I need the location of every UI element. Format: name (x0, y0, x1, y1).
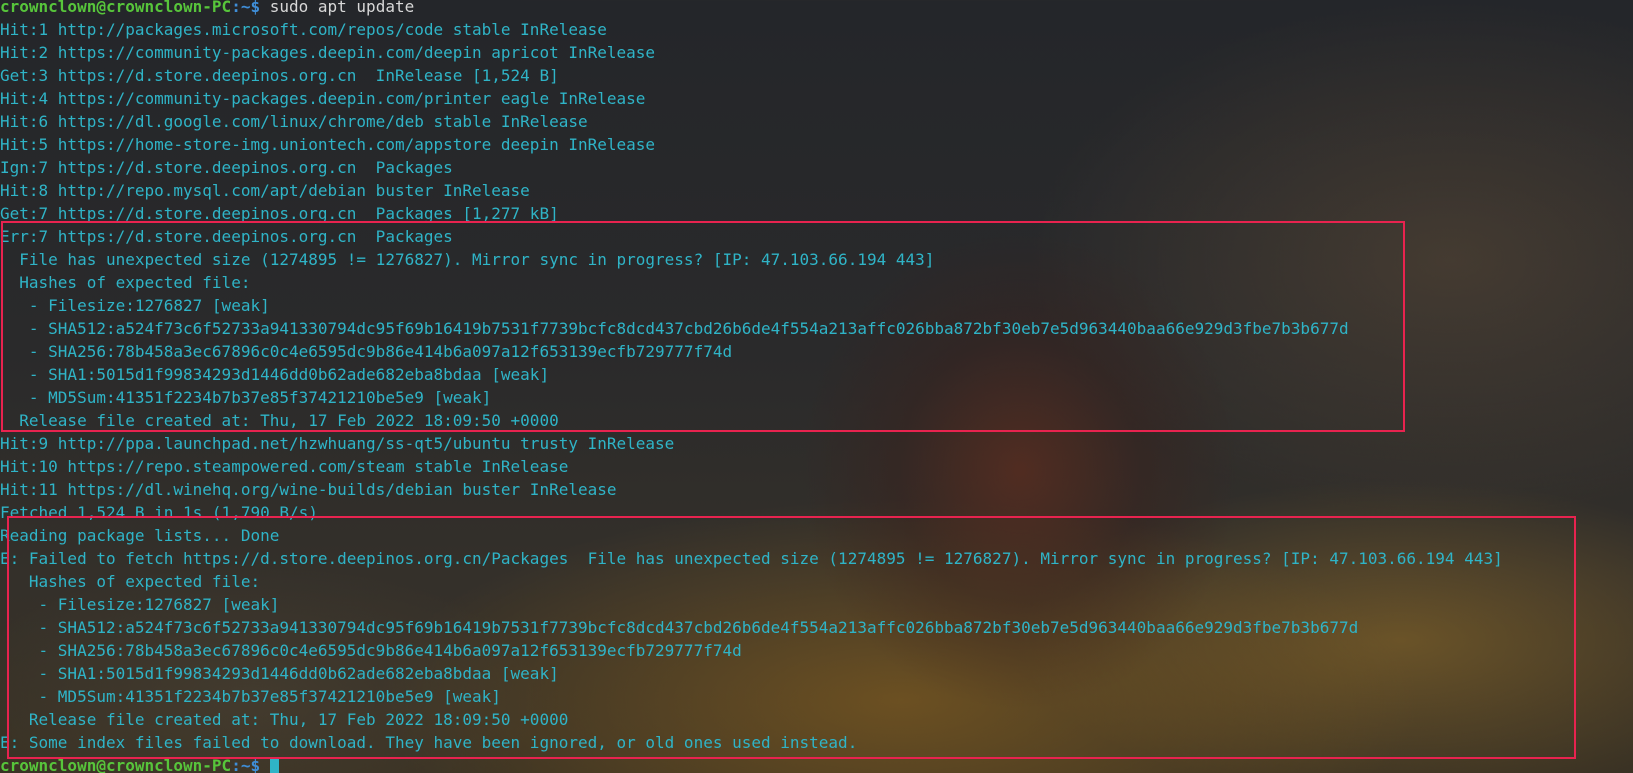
prompt-user-host: crownclown@crownclown-PC (0, 756, 232, 773)
error-line: E: Some index files failed to download. … (0, 733, 858, 752)
error-line: File has unexpected size (1274895 != 127… (0, 250, 935, 269)
error-line: - Filesize:1276827 [weak] (0, 595, 280, 614)
output-line: Hit:1 http://packages.microsoft.com/repo… (0, 20, 607, 39)
final-prompt-line[interactable]: crownclown@crownclown-PC:~$ (0, 754, 1633, 773)
error-line: - SHA512:a524f73c6f52733a941330794dc95f6… (0, 618, 1359, 637)
output-line: Get:7 https://d.store.deepinos.org.cn Pa… (0, 204, 559, 223)
prompt-command (260, 756, 270, 773)
error-line: - SHA256:78b458a3ec67896c0c4e6595dc9b86e… (0, 641, 742, 660)
output-line: Hit:9 http://ppa.launchpad.net/hzwhuang/… (0, 434, 675, 453)
error-line: - Filesize:1276827 [weak] (0, 296, 270, 315)
error-line: Hashes of expected file: (0, 572, 261, 591)
output-line: Get:3 https://d.store.deepinos.org.cn In… (0, 66, 559, 85)
output-line: Hit:6 https://dl.google.com/linux/chrome… (0, 112, 588, 131)
output-line: Hit:10 https://repo.steampowered.com/ste… (0, 457, 569, 476)
cursor-block (269, 757, 279, 773)
prompt-path: :~$ (231, 0, 261, 16)
error-line: - SHA1:5015d1f99834293d1446dd0b62ade682e… (0, 365, 550, 384)
error-line: - SHA1:5015d1f99834293d1446dd0b62ade682e… (0, 664, 559, 683)
error-line: E: Failed to fetch https://d.store.deepi… (0, 549, 1503, 568)
prompt-command: sudo apt update (260, 0, 415, 16)
output-line: Hit:2 https://community-packages.deepin.… (0, 43, 656, 62)
prompt-path: :~$ (231, 756, 261, 773)
error-line: Release file created at: Thu, 17 Feb 202… (0, 411, 559, 430)
output-line: Hit:4 https://community-packages.deepin.… (0, 89, 646, 108)
error-line: - SHA256:78b458a3ec67896c0c4e6595dc9b86e… (0, 342, 733, 361)
error-line: - MD5Sum:41351f2234b7b37e85f37421210be5e… (0, 687, 501, 706)
terminal-window[interactable]: crownclown@crownclown-PC:~$ sudo apt upd… (0, 0, 1633, 773)
output-line: Hit:11 https://dl.winehq.org/wine-builds… (0, 480, 617, 499)
error-line: Err:7 https://d.store.deepinos.org.cn Pa… (0, 227, 453, 246)
prompt-user-host: crownclown@crownclown-PC (0, 0, 232, 16)
output-line: Fetched 1,524 B in 1s (1,790 B/s) (0, 503, 318, 522)
output-line: Ign:7 https://d.store.deepinos.org.cn Pa… (0, 158, 453, 177)
output-line: Reading package lists... Done (0, 526, 280, 545)
error-line: Release file created at: Thu, 17 Feb 202… (0, 710, 569, 729)
output-line: Hit:8 http://repo.mysql.com/apt/debian b… (0, 181, 530, 200)
command-prompt-line: crownclown@crownclown-PC:~$ sudo apt upd… (0, 0, 1633, 18)
output-line: Hit:5 https://home-store-img.uniontech.c… (0, 135, 656, 154)
error-line: Hashes of expected file: (0, 273, 251, 292)
error-line: - SHA512:a524f73c6f52733a941330794dc95f6… (0, 319, 1349, 338)
error-line: - MD5Sum:41351f2234b7b37e85f37421210be5e… (0, 388, 492, 407)
